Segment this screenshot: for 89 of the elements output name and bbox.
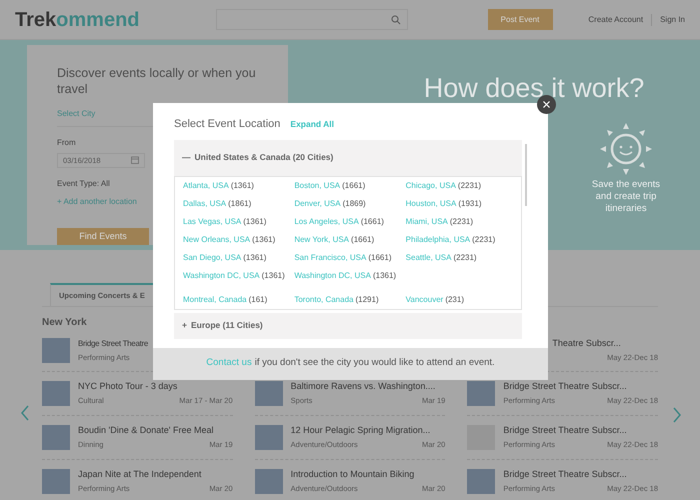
- city-heading: New York: [42, 316, 87, 330]
- city-link[interactable]: Dallas, USA: [183, 198, 226, 210]
- city-count: (1291): [355, 294, 379, 306]
- event-title[interactable]: 12 Hour Pelagic Spring Migration...: [290, 425, 446, 436]
- city-link[interactable]: Houston, USA: [406, 198, 456, 210]
- hero-heading: How does it work?: [424, 76, 644, 100]
- hero-caption: Save the events and create trip itineraries: [590, 179, 662, 215]
- region-label: Europe (11 Cities): [190, 319, 263, 332]
- photo-placeholder: [254, 425, 283, 450]
- region-header[interactable]: + Europe (11 Cities): [174, 312, 522, 338]
- photo-placeholder: [467, 381, 496, 406]
- city-count: (1661): [360, 216, 384, 228]
- search-icon: [390, 14, 400, 24]
- city-count: (231): [445, 294, 464, 306]
- event-title[interactable]: Bridge Street Theatre Subscr...: [503, 469, 658, 480]
- post-event-button[interactable]: Post Event: [488, 9, 552, 30]
- event-title[interactable]: Boudin 'Dine & Donate' Free Meal: [78, 425, 233, 436]
- city-link[interactable]: New York, USA: [294, 234, 350, 246]
- city-count: (2231): [458, 180, 482, 192]
- photo-placeholder: [254, 381, 283, 406]
- dialog-title: Select Event Location: [174, 117, 280, 132]
- city-link[interactable]: Vancouver: [406, 294, 444, 306]
- city-count: (161): [248, 294, 268, 306]
- city-count: (1661): [342, 180, 366, 192]
- sun-icon: [598, 121, 654, 177]
- event-title[interactable]: NYC Photo Tour - 3 days: [78, 381, 233, 392]
- city-link[interactable]: Seattle, USA: [406, 252, 452, 264]
- city-count: (2231): [472, 234, 496, 246]
- event-title[interactable]: Baltimore Ravens vs. Washington....: [290, 381, 446, 392]
- photo-placeholder: [42, 381, 70, 406]
- logo[interactable]: Trekommend: [15, 4, 140, 34]
- city-link[interactable]: Las Vegas, USA: [183, 216, 242, 228]
- toggle-sign: —: [182, 151, 190, 164]
- header-link[interactable]: Sign In: [651, 14, 685, 26]
- event-title[interactable]: Theatre Subscr...: [552, 338, 658, 349]
- city-link[interactable]: Boston, USA: [294, 180, 340, 192]
- city-count: (1661): [351, 234, 374, 246]
- close-icon: [543, 101, 550, 108]
- expand-all-link[interactable]: Expand All: [290, 118, 334, 131]
- city-link[interactable]: Atlanta, USA: [183, 180, 229, 192]
- city-link[interactable]: Miami, USA: [406, 216, 448, 228]
- chevron-left-icon[interactable]: [20, 405, 30, 421]
- photo-placeholder: [254, 469, 283, 494]
- event-title[interactable]: Bridge Street Theatre: [78, 338, 148, 349]
- city-count: (2231): [450, 216, 474, 228]
- city-count: (1931): [458, 198, 482, 210]
- logo-text: Trek: [15, 8, 56, 32]
- city-count: (1361): [243, 252, 266, 264]
- city-link[interactable]: Washington DC, USA: [294, 270, 371, 282]
- event-title[interactable]: Japan Nite at The Independent: [78, 469, 233, 480]
- city-link[interactable]: Denver, USA: [294, 198, 341, 210]
- search-field[interactable]: [216, 9, 408, 30]
- city-link[interactable]: Philadelphia, USA: [406, 234, 470, 246]
- city-count: (2231): [453, 252, 477, 264]
- city-count: (1869): [342, 198, 366, 210]
- contact-link[interactable]: Contact us: [206, 356, 252, 371]
- event-title[interactable]: Introduction to Mountain Biking: [290, 469, 446, 480]
- photo-placeholder: [42, 338, 70, 363]
- city-link[interactable]: New Orleans, USA: [183, 234, 250, 246]
- chevron-right-icon[interactable]: [672, 407, 682, 423]
- city-count: (1361): [372, 270, 396, 282]
- city-link[interactable]: San Francisco, USA: [294, 252, 366, 264]
- city-link[interactable]: Los Angeles, USA: [294, 216, 359, 228]
- photo-placeholder: [42, 425, 70, 450]
- city-count: (1661): [368, 252, 392, 264]
- logo-text: ommend: [56, 8, 140, 32]
- region-header[interactable]: — United States & Canada (20 Cities): [174, 140, 522, 176]
- event-title[interactable]: Bridge Street Theatre Subscr...: [503, 425, 658, 436]
- toggle-sign: +: [182, 319, 187, 332]
- photo-placeholder: [467, 469, 496, 494]
- city-link[interactable]: Washington DC, USA: [183, 270, 260, 282]
- city-link[interactable]: San Diego, USA: [183, 252, 242, 264]
- event-title[interactable]: Bridge Street Theatre Subscr...: [503, 381, 658, 392]
- city-count: (1361): [243, 216, 266, 228]
- city-link[interactable]: Toronto, Canada: [294, 294, 354, 306]
- footer-text: if you don't see the city you would like to attend an event.: [254, 356, 495, 370]
- city-count: (1361): [252, 234, 276, 246]
- find-events-button[interactable]: Find Events: [57, 228, 149, 245]
- city-count: (1361): [262, 270, 285, 282]
- photo-placeholder: [42, 469, 70, 494]
- calendar-icon: [131, 156, 139, 164]
- city-link[interactable]: Chicago, USA: [406, 180, 456, 192]
- region-label: United States & Canada (20 Cities): [194, 151, 334, 164]
- card-title: Discover events locally or when you travel: [57, 65, 257, 97]
- city-count: (1361): [230, 180, 254, 192]
- scrollbar[interactable]: [525, 144, 527, 206]
- city-count: (1861): [228, 198, 252, 210]
- header-link[interactable]: Create Account: [588, 14, 644, 26]
- from-label: From: [57, 137, 77, 149]
